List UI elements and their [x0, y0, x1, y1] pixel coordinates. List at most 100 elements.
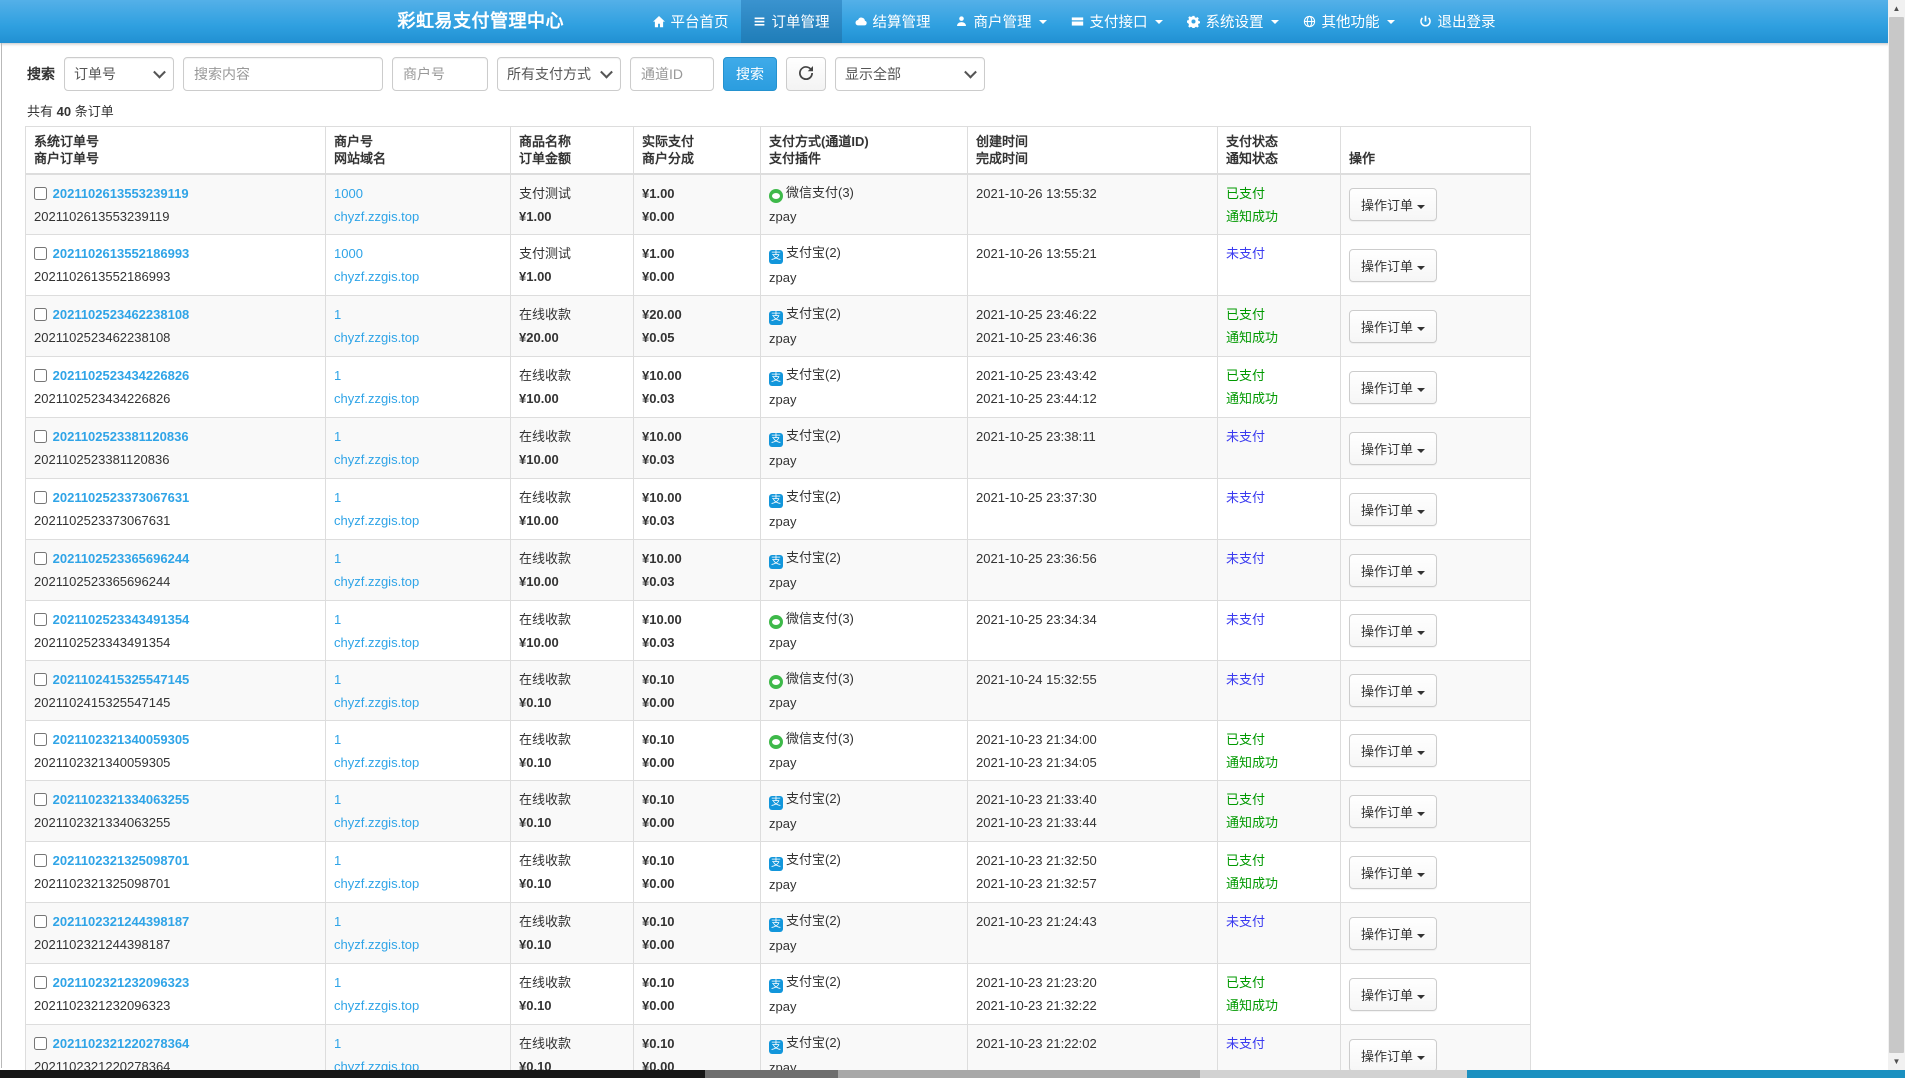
- order-action-button[interactable]: 操作订单: [1349, 432, 1437, 465]
- site-domain-link[interactable]: chyzf.zzgis.top: [334, 391, 419, 406]
- site-domain-link[interactable]: chyzf.zzgis.top: [334, 815, 419, 830]
- merchant-id-link[interactable]: 1: [334, 853, 341, 868]
- order-action-button[interactable]: 操作订单: [1349, 795, 1437, 828]
- row-select-checkbox[interactable]: [34, 673, 47, 686]
- nav-item-logout[interactable]: 退出登录: [1407, 0, 1508, 43]
- nav-item-misc[interactable]: 其他功能: [1291, 0, 1407, 43]
- merchant-id-link[interactable]: 1000: [334, 186, 363, 201]
- order-action-button[interactable]: 操作订单: [1349, 188, 1437, 221]
- order-action-button[interactable]: 操作订单: [1349, 554, 1437, 587]
- row-select-checkbox[interactable]: [34, 187, 47, 200]
- nav-item-home[interactable]: 平台首页: [640, 0, 741, 43]
- row-select-checkbox[interactable]: [34, 915, 47, 928]
- order-action-button[interactable]: 操作订单: [1349, 614, 1437, 647]
- nav-item-payment-api[interactable]: 支付接口: [1059, 0, 1175, 43]
- merchant-id-link[interactable]: 1: [334, 429, 341, 444]
- merchant-id-link[interactable]: 1: [334, 368, 341, 383]
- scroll-down-icon[interactable]: ▼: [1888, 1053, 1905, 1070]
- system-order-link[interactable]: 2021102613552186993: [53, 246, 190, 261]
- row-select-checkbox[interactable]: [34, 854, 47, 867]
- vertical-scrollbar-thumb[interactable]: [1889, 17, 1904, 1053]
- site-domain-link[interactable]: chyzf.zzgis.top: [334, 269, 419, 284]
- product-name: 在线收款: [519, 912, 625, 931]
- system-order-link[interactable]: 2021102321340059305: [53, 732, 190, 747]
- merchant-id-link[interactable]: 1: [334, 914, 341, 929]
- site-domain-link[interactable]: chyzf.zzgis.top: [334, 695, 419, 710]
- order-action-button[interactable]: 操作订单: [1349, 978, 1437, 1011]
- search-type-select[interactable]: 订单号: [64, 57, 174, 91]
- nav-item-settings[interactable]: 系统设置: [1175, 0, 1291, 43]
- chevron-down-icon: [1417, 873, 1425, 877]
- site-domain-link[interactable]: chyzf.zzgis.top: [334, 330, 419, 345]
- order-action-button[interactable]: 操作订单: [1349, 493, 1437, 526]
- system-order-link[interactable]: 2021102523365696244: [53, 551, 190, 566]
- nav-item-merchants[interactable]: 商户管理: [943, 0, 1059, 43]
- order-action-button[interactable]: 操作订单: [1349, 371, 1437, 404]
- system-order-link[interactable]: 2021102523462238108: [53, 307, 190, 322]
- row-select-checkbox[interactable]: [34, 308, 47, 321]
- vertical-scrollbar[interactable]: ▲ ▼: [1888, 0, 1905, 1070]
- row-select-checkbox[interactable]: [34, 613, 47, 626]
- horizontal-scrollbar-thumb[interactable]: [0, 1070, 705, 1078]
- paytype-select[interactable]: 所有支付方式: [497, 57, 621, 91]
- system-order-link[interactable]: 2021102321244398187: [53, 914, 190, 929]
- site-domain-link[interactable]: chyzf.zzgis.top: [334, 513, 419, 528]
- order-action-button[interactable]: 操作订单: [1349, 1039, 1437, 1072]
- search-button[interactable]: 搜索: [723, 57, 777, 91]
- merchant-id-link[interactable]: 1000: [334, 246, 363, 261]
- row-select-checkbox[interactable]: [34, 491, 47, 504]
- site-domain-link[interactable]: chyzf.zzgis.top: [334, 452, 419, 467]
- site-domain-link[interactable]: chyzf.zzgis.top: [334, 209, 419, 224]
- site-domain-link[interactable]: chyzf.zzgis.top: [334, 635, 419, 650]
- order-action-button[interactable]: 操作订单: [1349, 674, 1437, 707]
- system-order-link[interactable]: 2021102523343491354: [53, 612, 190, 627]
- nav-item-settlement[interactable]: 结算管理: [842, 0, 943, 43]
- merchant-id-link[interactable]: 1: [334, 307, 341, 322]
- scroll-up-icon[interactable]: ▲: [1888, 0, 1905, 17]
- row-select-checkbox[interactable]: [34, 552, 47, 565]
- order-action-button[interactable]: 操作订单: [1349, 249, 1437, 282]
- merchant-id-link[interactable]: 1: [334, 612, 341, 627]
- site-domain-link[interactable]: chyzf.zzgis.top: [334, 755, 419, 770]
- site-domain-link[interactable]: chyzf.zzgis.top: [334, 876, 419, 891]
- refresh-button[interactable]: [786, 57, 826, 91]
- row-select-checkbox[interactable]: [34, 733, 47, 746]
- system-order-link[interactable]: 2021102321325098701: [53, 853, 190, 868]
- merchant-id-link[interactable]: 1: [334, 672, 341, 687]
- nav-item-orders[interactable]: 订单管理: [741, 0, 842, 43]
- display-filter-select[interactable]: 显示全部: [835, 57, 985, 91]
- system-order-link[interactable]: 2021102321334063255: [53, 792, 190, 807]
- merchant-order-no: 2021102523373067631: [34, 511, 317, 530]
- merchant-id-link[interactable]: 1: [334, 975, 341, 990]
- system-order-link[interactable]: 2021102523373067631: [53, 490, 190, 505]
- row-select-checkbox[interactable]: [34, 430, 47, 443]
- order-action-button[interactable]: 操作订单: [1349, 917, 1437, 950]
- order-action-button[interactable]: 操作订单: [1349, 734, 1437, 767]
- merchant-id-link[interactable]: 1: [334, 490, 341, 505]
- row-select-checkbox[interactable]: [34, 1037, 47, 1050]
- system-order-link[interactable]: 2021102523381120836: [53, 429, 189, 444]
- row-select-checkbox[interactable]: [34, 793, 47, 806]
- system-order-link[interactable]: 2021102523434226826: [53, 368, 190, 383]
- system-order-link[interactable]: 2021102415325547145: [53, 672, 190, 687]
- merchant-id-input[interactable]: [392, 57, 488, 91]
- row-select-checkbox[interactable]: [34, 247, 47, 260]
- merchant-id-link[interactable]: 1: [334, 792, 341, 807]
- order-action-button[interactable]: 操作订单: [1349, 856, 1437, 889]
- order-action-button[interactable]: 操作订单: [1349, 310, 1437, 343]
- site-domain-link[interactable]: chyzf.zzgis.top: [334, 937, 419, 952]
- system-order-link[interactable]: 2021102321232096323: [53, 975, 190, 990]
- horizontal-scrollbar[interactable]: [0, 1070, 1905, 1078]
- site-domain-link[interactable]: chyzf.zzgis.top: [334, 574, 419, 589]
- site-domain-link[interactable]: chyzf.zzgis.top: [334, 998, 419, 1013]
- row-select-checkbox[interactable]: [34, 976, 47, 989]
- system-order-link[interactable]: 2021102321220278364: [53, 1036, 190, 1051]
- search-content-input[interactable]: [183, 57, 383, 91]
- merchant-id-link[interactable]: 1: [334, 732, 341, 747]
- merchant-id-link[interactable]: 1: [334, 1036, 341, 1051]
- merchant-id-link[interactable]: 1: [334, 551, 341, 566]
- channel-id-input[interactable]: [630, 57, 714, 91]
- system-order-link[interactable]: 2021102613553239119: [53, 186, 189, 201]
- alipay-icon: [769, 433, 783, 447]
- row-select-checkbox[interactable]: [34, 369, 47, 382]
